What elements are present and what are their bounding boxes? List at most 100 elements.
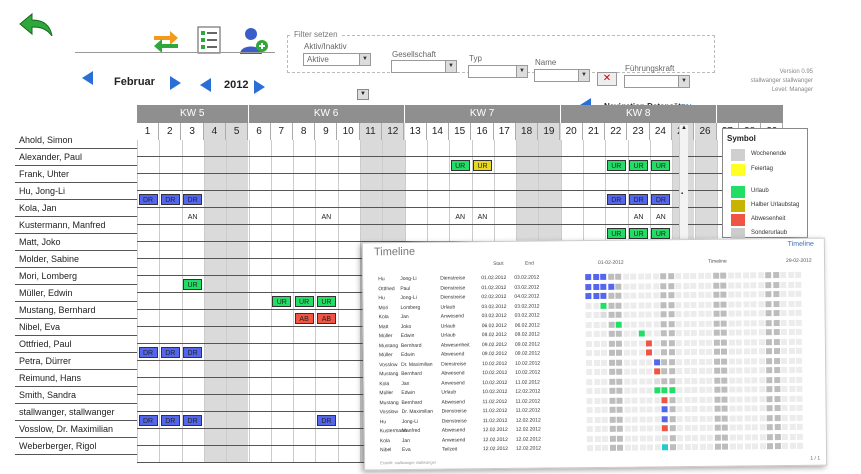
timeline-day-cell bbox=[720, 272, 727, 279]
timeline-day-cell bbox=[668, 330, 675, 337]
absence-entry[interactable]: DR bbox=[651, 194, 671, 205]
timeline-day-cell bbox=[743, 376, 750, 383]
employee-name[interactable]: Ottfried, Paul bbox=[15, 336, 137, 353]
back-arrow-icon[interactable] bbox=[18, 12, 54, 40]
timeline-end: 03.02.2012 bbox=[514, 303, 540, 310]
timeline-link[interactable]: Timeline bbox=[788, 241, 814, 248]
employee-name[interactable]: Matt, Joko bbox=[15, 234, 137, 251]
clear-filter-button[interactable]: ✕ bbox=[597, 72, 617, 86]
employee-name[interactable]: Reimund, Hans bbox=[15, 370, 137, 387]
timeline-start: 08.02.2012 bbox=[481, 331, 507, 339]
timeline-day-cell bbox=[796, 376, 803, 383]
timeline-day-cell bbox=[720, 329, 727, 336]
absence-entry[interactable]: DR bbox=[629, 194, 649, 205]
absence-entry[interactable]: DR bbox=[160, 415, 180, 426]
absence-entry[interactable]: AN bbox=[183, 211, 203, 222]
type-filter-select[interactable]: ▼ bbox=[468, 65, 528, 78]
absence-entry[interactable]: UR bbox=[651, 228, 671, 239]
name-filter-select[interactable]: ▼ bbox=[534, 69, 590, 82]
employee-name[interactable]: Vosslow, Dr. Maximilian bbox=[15, 421, 137, 438]
employee-name[interactable]: stallwanger, stallwanger bbox=[15, 404, 137, 421]
employee-name[interactable]: Ahold, Simon bbox=[15, 132, 137, 149]
employee-name[interactable]: Smith, Sandra bbox=[15, 387, 137, 404]
prev-year-icon[interactable] bbox=[200, 78, 211, 92]
week-header: KW 6 bbox=[248, 105, 405, 123]
employee-name[interactable]: Petra, Dürrer bbox=[15, 353, 137, 370]
absence-entry[interactable]: UR bbox=[606, 160, 626, 171]
employee-name[interactable]: Molder, Sabine bbox=[15, 251, 137, 268]
add-user-icon[interactable] bbox=[238, 26, 270, 54]
absence-entry[interactable]: AN bbox=[316, 211, 336, 222]
timeline-day-cell bbox=[727, 272, 734, 279]
absence-entry[interactable]: DR bbox=[138, 194, 158, 205]
absence-entry[interactable]: UR bbox=[473, 160, 492, 171]
employee-name[interactable]: Mori, Lomberg bbox=[15, 268, 137, 285]
checklist-icon[interactable] bbox=[194, 26, 226, 54]
prev-month-icon[interactable] bbox=[82, 71, 93, 85]
timeline-day-cell bbox=[781, 433, 788, 440]
refresh-swap-icon[interactable] bbox=[150, 26, 182, 54]
timeline-last: Hu bbox=[379, 418, 387, 425]
timeline-end: 12.02.2012 bbox=[515, 417, 541, 424]
timeline-type: Abwesend bbox=[441, 370, 465, 377]
absence-entry[interactable]: DR bbox=[183, 194, 203, 205]
timeline-last: Matt bbox=[378, 323, 389, 330]
absence-entry[interactable]: DR bbox=[183, 347, 203, 358]
timeline-day-cell bbox=[646, 377, 653, 384]
absence-entry[interactable]: DR bbox=[160, 194, 180, 205]
chevron-down-icon[interactable]: ▼ bbox=[516, 66, 527, 77]
absence-entry[interactable]: DR bbox=[316, 415, 336, 426]
absence-entry[interactable]: DR bbox=[183, 415, 203, 426]
timeline-first: Jong-Li bbox=[400, 275, 417, 283]
employee-name[interactable]: Müller, Edwin bbox=[15, 285, 137, 302]
company-filter-select[interactable]: ▼ bbox=[391, 60, 457, 73]
absence-entry[interactable]: DR bbox=[138, 347, 158, 358]
employee-name[interactable]: Weberberger, Rigol bbox=[15, 438, 137, 455]
week-header bbox=[716, 105, 784, 123]
employee-name[interactable]: Mustang, Bernhard bbox=[15, 302, 137, 319]
employee-name[interactable]: Hu, Jong-Li bbox=[15, 183, 137, 200]
absence-entry[interactable]: AN bbox=[450, 211, 470, 222]
manager-filter-select[interactable]: ▼ bbox=[624, 75, 690, 88]
absence-entry[interactable]: AN bbox=[629, 211, 649, 222]
status-filter-select[interactable]: Aktive ▼ bbox=[303, 53, 371, 66]
absence-entry[interactable]: AN bbox=[473, 211, 492, 222]
employee-name[interactable]: Kola, Jan bbox=[15, 200, 137, 217]
absence-entry[interactable]: UR bbox=[651, 160, 671, 171]
absence-entry[interactable]: AB bbox=[294, 313, 314, 324]
absence-entry[interactable]: DR bbox=[160, 347, 180, 358]
absence-entry[interactable]: AN bbox=[651, 211, 671, 222]
employee-name[interactable]: Nibel, Eva bbox=[15, 319, 137, 336]
employee-name[interactable]: Alexander, Paul bbox=[15, 149, 137, 166]
absence-entry[interactable]: UR bbox=[629, 160, 649, 171]
chevron-down-icon[interactable]: ▼ bbox=[357, 89, 369, 100]
scroll-thumb[interactable]: ▪ bbox=[681, 191, 683, 197]
legend-label: Sonderurlaub bbox=[751, 230, 788, 236]
absence-entry[interactable]: UR bbox=[183, 279, 203, 290]
employee-name[interactable]: Frank, Uhter bbox=[15, 166, 137, 183]
absence-entry[interactable]: DR bbox=[606, 194, 626, 205]
absence-entry[interactable]: DR bbox=[138, 415, 158, 426]
absence-entry[interactable]: UR bbox=[629, 228, 649, 239]
timeline-day-cell bbox=[699, 405, 706, 412]
employee-name[interactable]: Kustermann, Manfred bbox=[15, 217, 137, 234]
chevron-down-icon[interactable]: ▼ bbox=[359, 54, 370, 65]
timeline-day-cell bbox=[788, 309, 795, 316]
absence-entry[interactable]: UR bbox=[294, 296, 314, 307]
absence-entry[interactable]: UR bbox=[272, 296, 292, 307]
absence-entry[interactable]: AB bbox=[316, 313, 336, 324]
scroll-up-icon[interactable]: ▲ bbox=[681, 125, 687, 131]
absence-entry[interactable]: UR bbox=[316, 296, 336, 307]
absence-entry[interactable]: UR bbox=[450, 160, 470, 171]
next-month-icon[interactable] bbox=[170, 76, 181, 90]
chevron-down-icon[interactable]: ▼ bbox=[678, 76, 689, 87]
next-year-icon[interactable] bbox=[254, 80, 265, 94]
timeline-day-cell bbox=[706, 386, 713, 393]
timeline-day-cell bbox=[743, 367, 750, 374]
timeline-day-cell bbox=[736, 414, 743, 422]
timeline-day-cell bbox=[705, 291, 712, 298]
absence-entry[interactable]: UR bbox=[606, 228, 626, 239]
chevron-down-icon[interactable]: ▼ bbox=[578, 70, 589, 81]
timeline-day-cell bbox=[713, 310, 720, 317]
chevron-down-icon[interactable]: ▼ bbox=[445, 61, 456, 72]
